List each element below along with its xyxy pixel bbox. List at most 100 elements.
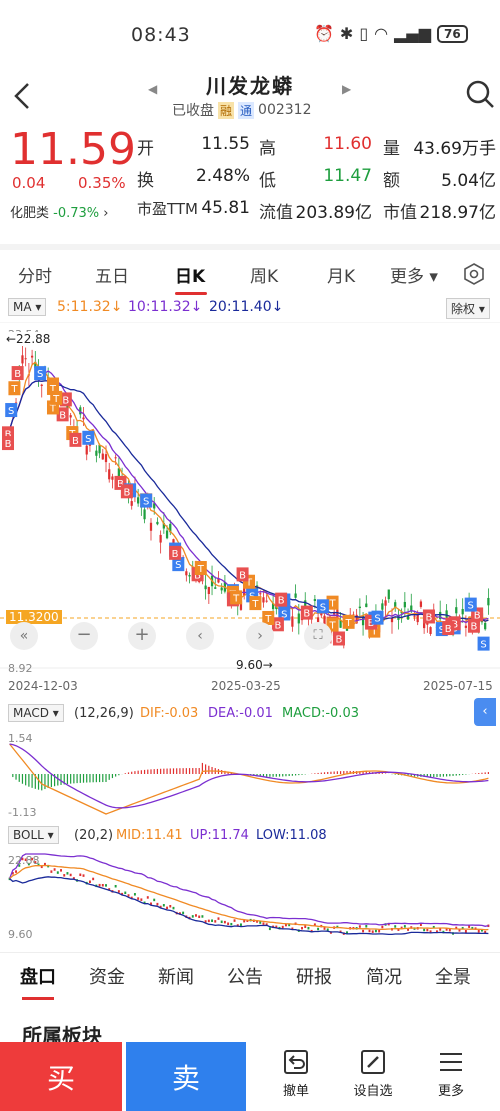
search-icon[interactable] [464, 78, 496, 110]
chart-scroll-left-button[interactable]: « [10, 622, 38, 650]
tab-research[interactable]: 研报 [296, 963, 332, 989]
tab-intraday[interactable]: 分时 [18, 262, 52, 287]
candle-body [419, 601, 423, 607]
boll-candle [63, 874, 66, 877]
chart-high-mark: ←22.88 [6, 332, 51, 346]
trade-marker-label: B [172, 549, 179, 560]
buy-button[interactable]: 买 [0, 1042, 122, 1111]
boll-candle [98, 883, 101, 887]
boll-candle [201, 915, 204, 918]
bluetooth-icon: ✱ [339, 24, 354, 43]
boll-mid: MID:11.41 [116, 828, 183, 843]
trade-marker-label: B [59, 410, 66, 421]
boll-candle [140, 898, 143, 901]
trade-marker-label: T [10, 384, 18, 395]
trade-marker-label: S [37, 369, 43, 380]
candle-body [220, 587, 223, 591]
candle-body [24, 358, 27, 360]
tab-announcements[interactable]: 公告 [227, 963, 263, 989]
zoom-in-button[interactable]: + [128, 622, 156, 650]
next-stock-icon[interactable]: ▶ [342, 82, 351, 96]
sector-name: 化肥类 [10, 206, 50, 221]
candle-body [101, 453, 104, 460]
quote-panel: 11.59 0.04 0.35% 化肥类 -0.73% › 开 11.55 高 … [0, 124, 500, 234]
boll-candle [368, 929, 371, 933]
info-tabs: 盘口 资金 新闻 公告 研报 简况 全景 [0, 952, 500, 1004]
sector-link[interactable]: 化肥类 -0.73% › [10, 202, 109, 221]
tab-five-day[interactable]: 五日 [95, 262, 129, 287]
chart-bottom-price: 8.92 [8, 662, 33, 675]
boll-low: LOW:11.08 [256, 828, 327, 843]
candle-body [461, 608, 464, 615]
cancel-order-button[interactable]: 撤单 [256, 1048, 336, 1099]
trade-marker-label: B [62, 395, 69, 406]
trade-marker-label: S [468, 601, 474, 612]
tab-weekly-k[interactable]: 周K [250, 262, 278, 287]
date-end: 2025-07-15 [423, 679, 493, 693]
tab-order-book[interactable]: 盘口 [20, 963, 56, 989]
quote-val-market-cap: 218.97亿 [419, 203, 496, 223]
quote-val-low: 11.47 [323, 166, 372, 186]
ma-selector[interactable]: MA ▾ [8, 298, 47, 316]
macd-selector[interactable]: MACD ▾ [8, 704, 64, 722]
signal-icon: ▂▄▆ [394, 24, 432, 43]
candles-group [8, 344, 490, 649]
candle-body [416, 614, 419, 623]
trade-marker-label: B [14, 369, 21, 380]
tab-funds[interactable]: 资金 [89, 963, 125, 989]
more-menu-button[interactable]: 更多 [411, 1048, 491, 1099]
candle-body [40, 384, 43, 386]
alarm-icon: ⏰ [314, 24, 334, 43]
boll-candle [15, 870, 17, 873]
candle-body [143, 509, 146, 520]
fullscreen-icon[interactable]: ⛶ [304, 622, 332, 650]
sell-button[interactable]: 卖 [126, 1042, 246, 1111]
date-mid: 2025-03-25 [211, 679, 281, 693]
tab-profile[interactable]: 简况 [366, 963, 402, 989]
kline-chart[interactable]: STTBBSSBBBSBBSSBSTTSTBSBBTBTBTTTBSTBBTBB… [0, 321, 500, 694]
boll-candle [378, 929, 381, 933]
chart-prev-button[interactable]: ‹ [186, 622, 214, 650]
candle-body [30, 355, 34, 358]
macd-header: MACD ▾ (12,26,9) DIF:-0.03 DEA:-0.01 MAC… [0, 698, 500, 726]
boll-candle [53, 868, 56, 871]
zoom-out-button[interactable]: − [70, 622, 98, 650]
settings-hexagon-icon[interactable] [462, 262, 486, 286]
quote-key-low: 低 [259, 171, 276, 191]
candle-body [159, 534, 162, 543]
stock-name: 川发龙蟒 [206, 74, 294, 98]
candle-body [384, 600, 387, 606]
date-start: 2024-12-03 [8, 679, 78, 693]
adjust-selector[interactable]: 除权 ▾ [446, 298, 490, 319]
candle-body [95, 450, 98, 456]
boll-candle [477, 930, 480, 933]
tab-more[interactable]: 更多 ▾ [390, 262, 438, 287]
candle-body [259, 593, 262, 595]
trade-marker-label: B [426, 612, 433, 623]
boll-candle [227, 922, 230, 925]
candle-body [188, 575, 191, 577]
tab-monthly-k[interactable]: 月K [327, 262, 355, 287]
boll-candle [403, 925, 406, 928]
add-watchlist-button[interactable]: 设自选 [333, 1048, 413, 1099]
boll-candle [79, 873, 82, 877]
tab-panorama[interactable]: 全景 [435, 963, 471, 989]
macd-chart: 1.54 -1.13 [0, 726, 500, 822]
boll-candle [198, 915, 201, 919]
tab-news[interactable]: 新闻 [158, 963, 194, 989]
candle-body [358, 606, 361, 609]
ma5-value: 5:11.32↓ [57, 299, 123, 315]
candle-body [114, 457, 117, 459]
boll-candle [69, 873, 72, 877]
candle-body [108, 469, 111, 480]
tab-daily-k[interactable]: 日K [175, 262, 205, 287]
price-change: 0.04 [12, 174, 46, 192]
boll-candle [307, 926, 310, 930]
boll-candle [117, 890, 120, 893]
boll-candle [82, 874, 85, 877]
boll-selector[interactable]: BOLL ▾ [8, 826, 59, 844]
trade-marker-label: B [5, 439, 12, 450]
collapse-panel-icon[interactable]: ‹ [474, 698, 496, 726]
quote-key-amount: 额 [383, 171, 400, 191]
chart-next-button[interactable]: › [246, 622, 274, 650]
